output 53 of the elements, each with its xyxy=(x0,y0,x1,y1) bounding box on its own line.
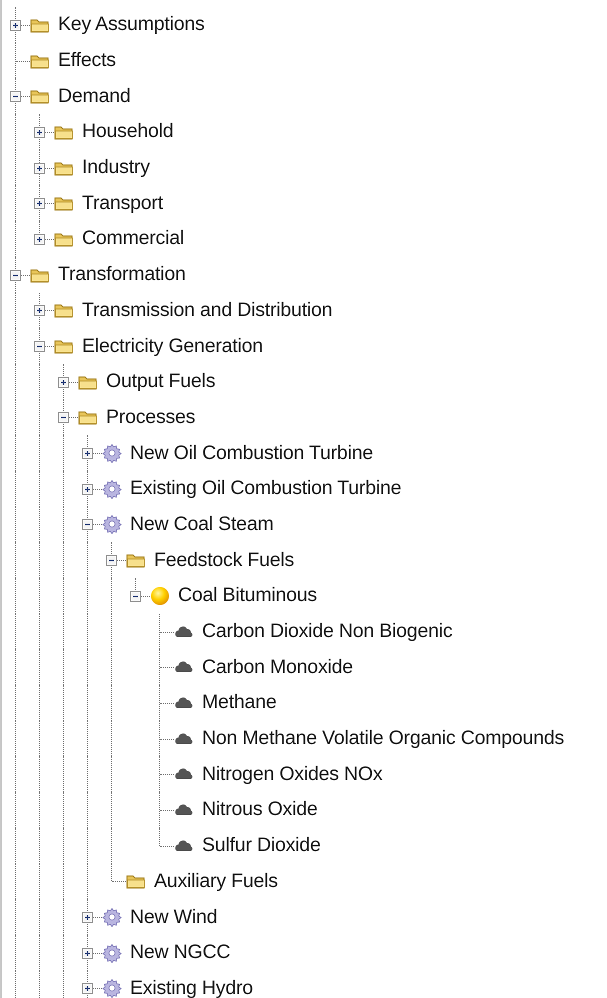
expand-toggle[interactable] xyxy=(34,198,45,210)
expand-toggle[interactable] xyxy=(82,519,93,530)
tree-item-label[interactable]: Transmission and Distribution xyxy=(82,298,332,322)
tree-item-label[interactable]: Transport xyxy=(82,192,163,215)
expand-toggle[interactable] xyxy=(34,234,45,245)
expand-toggle[interactable] xyxy=(58,412,69,424)
tree-item-label[interactable]: Existing Hydro xyxy=(130,976,253,998)
tree-item-label[interactable]: Nitrogen Oxides NOx xyxy=(202,762,382,786)
tree-item-label[interactable]: Industry xyxy=(82,156,150,180)
ball-icon xyxy=(150,586,170,606)
tree-item-label[interactable]: Output Fuels xyxy=(106,370,216,394)
tree-item-label[interactable]: Carbon Monoxide xyxy=(202,656,353,679)
gear-icon xyxy=(102,907,122,928)
tree-item-label[interactable]: New Oil Combustion Turbine xyxy=(130,442,373,465)
expand-toggle[interactable] xyxy=(10,20,21,31)
expand-toggle[interactable] xyxy=(58,376,69,388)
tree-item-label[interactable]: Methane xyxy=(202,691,276,714)
expand-toggle[interactable] xyxy=(34,126,45,138)
expand-toggle[interactable] xyxy=(34,341,45,352)
tree-item-label[interactable]: Carbon Dioxide Non Biogenic xyxy=(202,620,452,644)
expand-toggle[interactable] xyxy=(82,912,93,924)
expand-toggle[interactable] xyxy=(82,948,93,959)
tree-item-label[interactable]: Commercial xyxy=(82,227,184,250)
expand-toggle[interactable] xyxy=(10,270,21,281)
tree-item-label[interactable]: Transformation xyxy=(58,263,186,286)
expand-toggle[interactable] xyxy=(10,91,21,102)
expand-toggle[interactable] xyxy=(106,555,117,566)
expand-toggle[interactable] xyxy=(34,305,45,316)
tree-item-label[interactable]: Auxiliary Fuels xyxy=(154,870,278,893)
gear-icon xyxy=(102,514,122,534)
tree-item-label[interactable]: Effects xyxy=(58,49,116,72)
tree-item-label[interactable]: Electricity Generation xyxy=(82,334,263,358)
tree-item-label[interactable]: Sulfur Dioxide xyxy=(202,834,321,858)
tree-item-label[interactable]: Existing Oil Combustion Turbine xyxy=(130,477,402,500)
tree-item-label[interactable]: Demand xyxy=(58,84,131,108)
tree-item-label[interactable]: New Wind xyxy=(130,906,218,929)
tree-item-label[interactable]: Household xyxy=(82,120,174,144)
tree-item-label[interactable]: Nitrous Oxide xyxy=(202,798,318,822)
expand-toggle[interactable] xyxy=(130,590,141,602)
gear-icon xyxy=(102,443,122,464)
tree-item-label[interactable]: Non Methane Volatile Organic Compounds xyxy=(202,727,564,750)
expand-toggle[interactable] xyxy=(82,484,93,495)
expand-toggle[interactable] xyxy=(82,983,93,994)
gear-icon xyxy=(102,942,122,963)
tree-item-label[interactable]: Feedstock Fuels xyxy=(154,548,294,572)
tree-item-label[interactable]: New NGCC xyxy=(130,941,230,964)
tree-item-label[interactable]: Processes xyxy=(106,406,196,429)
expand-toggle[interactable] xyxy=(82,448,93,460)
gear-icon xyxy=(102,478,122,499)
tree-item-label[interactable]: Key Assumptions xyxy=(58,13,205,36)
tree-item-label[interactable]: New Coal Steam xyxy=(130,512,274,536)
expand-toggle[interactable] xyxy=(34,162,45,174)
tree-item-label[interactable]: Coal Bituminous xyxy=(178,584,317,608)
